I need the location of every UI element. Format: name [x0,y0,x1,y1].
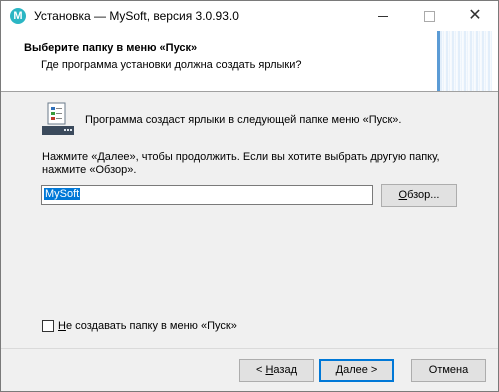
folder-input-value: MySoft [44,188,81,200]
back-button[interactable]: < Назад [239,359,314,382]
back-label: азад [273,364,297,376]
cancel-button[interactable]: Отмена [411,359,486,382]
no-folder-label: Не создавать папку в меню «Пуск» [58,320,237,332]
next-button[interactable]: Далее > [319,359,394,382]
no-folder-accel: Н [58,320,66,332]
info-text: Программа создаст ярлыки в следующей пап… [85,114,402,126]
start-menu-folder-input[interactable]: MySoft [41,185,373,205]
page-subtitle: Где программа установки должна создать я… [41,59,302,71]
next-label: алее > [343,364,378,376]
page-title: Выберите папку в меню «Пуск» [24,42,198,54]
minimize-icon [378,15,388,17]
minimize-button[interactable] [360,1,406,31]
setup-window: M Установка — MySoft, версия 3.0.93.0 ✕ … [0,0,499,392]
footer-divider [1,348,498,349]
no-folder-option[interactable]: Не создавать папку в меню «Пуск» [42,320,237,332]
browse-label: бзор... [407,189,440,201]
browse-accel: О [398,189,408,201]
wizard-header: Выберите папку в меню «Пуск» Где програм… [1,31,498,92]
no-folder-label-rest: е создавать папку в меню «Пуск» [65,320,237,332]
title-bar: M Установка — MySoft, версия 3.0.93.0 ✕ [1,1,498,31]
maximize-button[interactable] [406,1,452,31]
start-menu-folder-icon [42,102,74,135]
no-folder-checkbox[interactable] [42,320,54,332]
close-button[interactable]: ✕ [452,1,498,31]
next-accel: Д [335,364,344,376]
header-banner-image [437,31,492,91]
app-icon: M [10,8,26,24]
window-title: Установка — MySoft, версия 3.0.93.0 [34,9,239,23]
maximize-icon [423,10,435,22]
close-icon: ✕ [468,7,482,24]
browse-button[interactable]: Обзор... [381,184,457,207]
instruction-text: Нажмите «Далее», чтобы продолжить. Если … [42,151,440,176]
